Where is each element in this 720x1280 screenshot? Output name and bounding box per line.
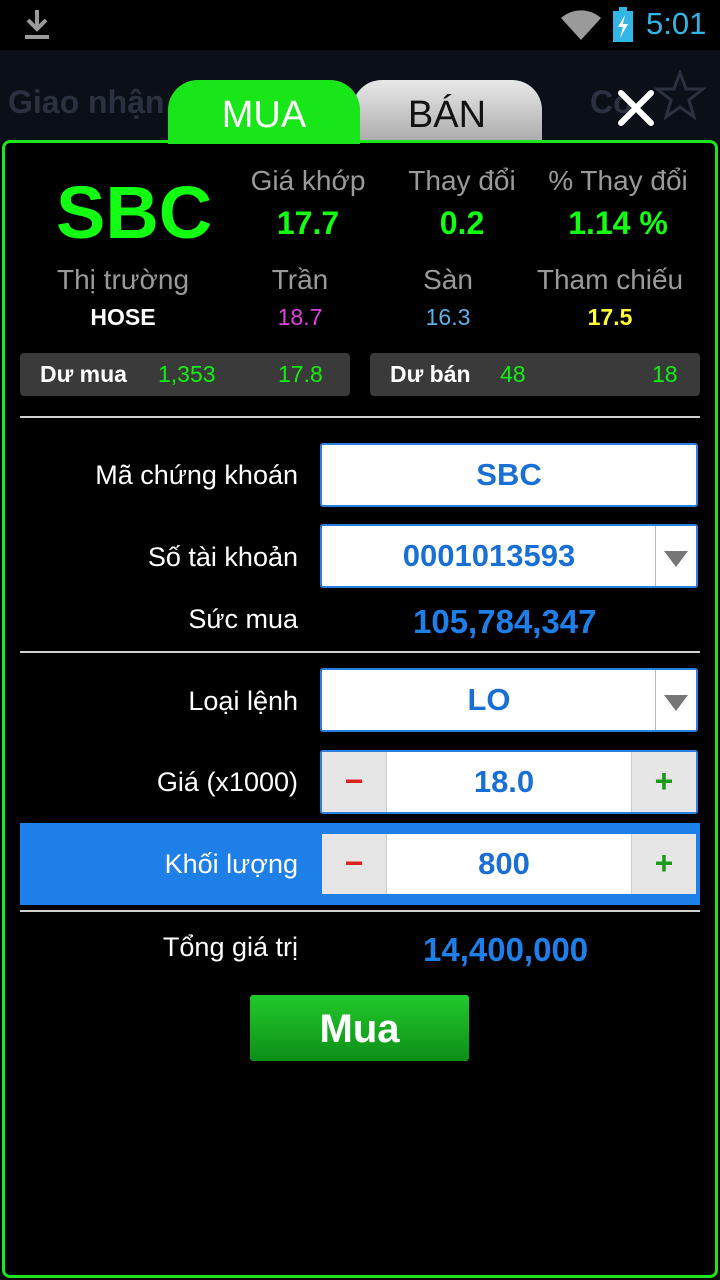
quantity-decrease-button[interactable]: − xyxy=(322,834,387,894)
order-type-select[interactable]: LO xyxy=(320,668,698,732)
tab-sell[interactable]: BÁN xyxy=(352,80,542,144)
market-value: HOSE xyxy=(90,304,156,330)
reference-value: 17.5 xyxy=(587,304,633,330)
quantity-increase-button[interactable]: + xyxy=(631,834,696,894)
status-bar: 5:01 xyxy=(0,0,720,50)
chevron-down-icon[interactable] xyxy=(655,670,696,730)
bid-depth: Dư mua 1,353 17.8 xyxy=(20,353,350,396)
change-value: 0.2 xyxy=(439,205,485,241)
account-select[interactable]: 0001013593 xyxy=(320,524,698,588)
price-decrease-button[interactable]: − xyxy=(322,752,387,812)
ask-volume: 48 xyxy=(500,361,526,387)
bid-price: 17.8 xyxy=(278,361,323,387)
price-label: Giá (x1000) xyxy=(156,767,298,797)
floor-value: 16.3 xyxy=(425,304,471,330)
star-icon xyxy=(654,70,706,120)
ceiling-value: 18.7 xyxy=(277,304,323,330)
order-type-value: LO xyxy=(467,682,511,717)
quantity-input[interactable]: 800 xyxy=(386,834,622,894)
pct-change-value: 1.14 % xyxy=(568,205,668,241)
bid-label: Dư mua xyxy=(40,361,127,387)
background-tab-text: Giao nhận xyxy=(8,84,165,120)
order-type-label: Loại lệnh xyxy=(188,686,298,716)
buying-power-value: 105,784,347 xyxy=(413,603,597,640)
reference-label: Tham chiếu xyxy=(536,264,684,295)
price-increase-button[interactable]: + xyxy=(631,752,696,812)
buy-button[interactable]: Mua xyxy=(250,995,469,1061)
divider xyxy=(20,416,700,418)
match-price-label: Giá khớp xyxy=(250,165,366,196)
match-price-value: 17.7 xyxy=(276,205,340,241)
clock: 5:01 xyxy=(646,6,707,41)
ceiling-label: Trần xyxy=(271,264,329,295)
ask-label: Dư bán xyxy=(390,361,471,387)
account-select-value: 0001013593 xyxy=(402,538,576,573)
price-stepper[interactable]: − 18.0 + xyxy=(320,750,698,814)
ask-depth: Dư bán 48 18 xyxy=(370,353,700,396)
market-label: Thị trường xyxy=(56,264,190,295)
battery-charging-icon xyxy=(613,7,633,42)
quantity-label: Khối lượng xyxy=(164,849,298,879)
buying-power-label: Sức mua xyxy=(188,604,298,634)
floor-label: Sàn xyxy=(423,264,473,295)
chevron-down-icon[interactable] xyxy=(655,526,696,586)
total-value: 14,400,000 xyxy=(423,931,589,968)
close-icon[interactable] xyxy=(616,88,656,128)
tab-buy[interactable]: MUA xyxy=(168,80,360,144)
total-value-label: Tổng giá trị xyxy=(162,932,298,962)
wifi-icon xyxy=(561,10,601,40)
download-icon xyxy=(25,10,49,39)
pct-change-label: % Thay đổi xyxy=(548,165,688,196)
account-field-label: Số tài khoản xyxy=(147,542,298,572)
symbol-input[interactable]: SBC xyxy=(320,443,698,507)
bid-volume: 1,353 xyxy=(158,361,216,387)
change-label: Thay đổi xyxy=(408,165,516,196)
stock-symbol: SBC xyxy=(56,171,213,254)
symbol-field-label: Mã chứng khoán xyxy=(95,460,298,490)
divider xyxy=(20,910,700,912)
divider xyxy=(20,651,700,653)
price-input[interactable]: 18.0 xyxy=(386,752,622,812)
ask-price: 18 xyxy=(652,361,678,387)
quantity-stepper[interactable]: − 800 + xyxy=(320,832,698,896)
